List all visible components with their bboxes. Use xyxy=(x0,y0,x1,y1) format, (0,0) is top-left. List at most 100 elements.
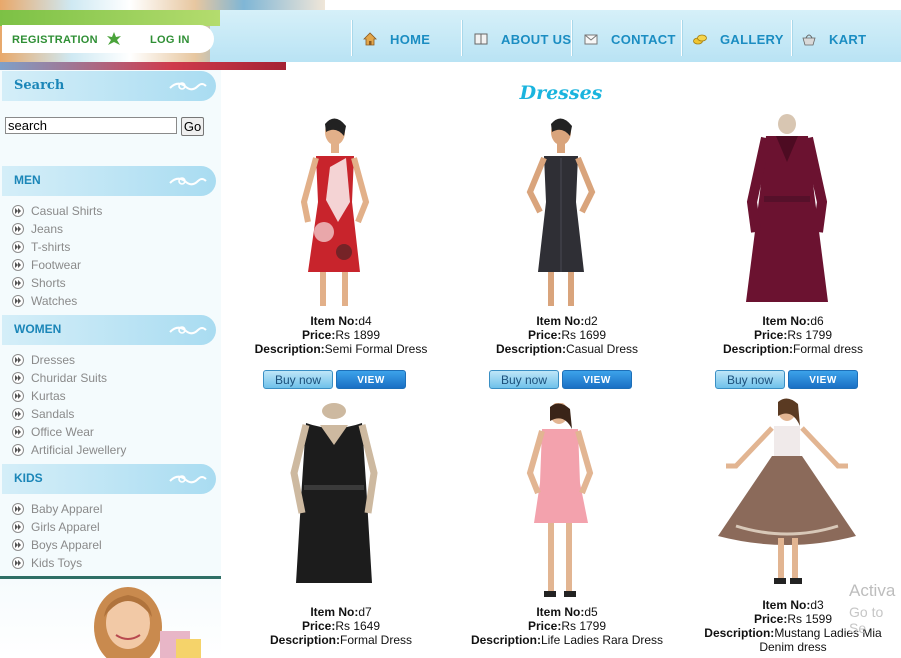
price-label: Price: xyxy=(527,328,562,342)
view-button[interactable]: VIEW xyxy=(336,370,406,389)
nav-kart-label: KART xyxy=(829,31,867,47)
sidebar-item-churidar-suits[interactable]: Churidar Suits xyxy=(12,370,107,386)
item-number: d2 xyxy=(584,314,598,328)
item-number: d7 xyxy=(358,605,372,619)
arrow-bullet-icon xyxy=(12,521,24,533)
price-label: Price: xyxy=(753,328,788,342)
nav-gallery-label: GALLERY xyxy=(720,31,784,47)
main-content: Dresses Item No:d4 Price:Rs 1899 Descrip… xyxy=(221,70,901,658)
nav-home[interactable]: HOME xyxy=(362,20,430,58)
registration-link[interactable]: REGISTRATION xyxy=(12,34,98,46)
price-label: Price: xyxy=(301,328,336,342)
description-label: Description: xyxy=(254,342,325,356)
sidebar-item-watches[interactable]: Watches xyxy=(12,293,77,309)
description-value: Formal Dress xyxy=(340,633,413,647)
nav-about-us[interactable]: ABOUT US xyxy=(473,20,571,58)
arrow-bullet-icon xyxy=(12,426,24,438)
description-label: Description: xyxy=(495,342,566,356)
nav-about-label: ABOUT US xyxy=(501,31,572,47)
sidebar-item-office-wear[interactable]: Office Wear xyxy=(12,424,94,440)
nav-separator xyxy=(571,20,572,56)
arrow-bullet-icon xyxy=(12,354,24,366)
buy-now-button[interactable]: Buy now xyxy=(715,370,785,389)
activation-watermark: Activa xyxy=(849,581,896,600)
sidebar-item-jeans[interactable]: Jeans xyxy=(12,221,63,237)
sidebar-item-tshirts[interactable]: T-shirts xyxy=(12,239,70,255)
sidebar-item-kurtas[interactable]: Kurtas xyxy=(12,388,66,404)
search-input[interactable] xyxy=(5,117,177,134)
arrow-bullet-icon xyxy=(12,539,24,551)
swirl-ornament-icon xyxy=(169,475,207,484)
sidebar-item-label: Girls Apparel xyxy=(31,520,100,534)
product-image-d4[interactable] xyxy=(234,112,436,312)
sidebar-item-label: Shorts xyxy=(31,276,66,290)
sidebar-item-kids-toys[interactable]: Kids Toys xyxy=(12,555,82,571)
swirl-ornament-icon xyxy=(169,177,207,186)
description-value: Life Ladies Rara Dress xyxy=(540,633,664,647)
sidebar-item-shorts[interactable]: Shorts xyxy=(12,275,66,291)
arrow-bullet-icon xyxy=(12,557,24,569)
sidebar-item-casual-shirts[interactable]: Casual Shirts xyxy=(12,203,102,219)
sidebar-item-label: Dresses xyxy=(31,353,76,367)
sidebar-item-label: Casual Shirts xyxy=(31,204,103,218)
women-section-header: WOMEN xyxy=(2,315,216,345)
price-value: Rs 1799 xyxy=(561,619,607,633)
sidebar-item-footwear[interactable]: Footwear xyxy=(12,257,81,273)
login-link[interactable]: LOG IN xyxy=(150,34,190,46)
sidebar-item-label: Kurtas xyxy=(31,389,66,403)
product-card: Item No:d7 Price:Rs 1649 Description:For… xyxy=(234,403,448,658)
product-image-d2[interactable] xyxy=(460,112,662,312)
basket-icon xyxy=(802,34,816,46)
sidebar-item-baby-apparel[interactable]: Baby Apparel xyxy=(12,501,102,517)
sidebar-item-label: T-shirts xyxy=(31,240,71,254)
nav-gallery[interactable]: GALLERY xyxy=(692,20,784,58)
arrow-bullet-icon xyxy=(12,241,24,253)
arrow-bullet-icon xyxy=(12,408,24,420)
nav-contact[interactable]: CONTACT xyxy=(583,20,676,58)
arrow-bullet-icon xyxy=(12,390,24,402)
product-image-d5[interactable] xyxy=(460,403,662,603)
arrow-bullet-icon xyxy=(12,295,24,307)
price-value: Rs 1599 xyxy=(787,612,833,626)
sidebar-item-label: Kids Toys xyxy=(31,556,83,570)
buy-now-button[interactable]: Buy now xyxy=(489,370,559,389)
men-section-header: MEN xyxy=(2,166,216,196)
arrow-bullet-icon xyxy=(12,503,24,515)
sidebar-item-girls-apparel[interactable]: Girls Apparel xyxy=(12,519,100,535)
sidebar-item-boys-apparel[interactable]: Boys Apparel xyxy=(12,537,102,553)
book-icon xyxy=(474,33,488,45)
item-label: Item No: xyxy=(762,598,811,612)
search-go-button[interactable]: Go xyxy=(181,117,204,136)
arrow-bullet-icon xyxy=(12,223,24,235)
sidebar-item-label: Boys Apparel xyxy=(31,538,102,552)
product-info: Item No:d5 Price:Rs 1799 Description:Lif… xyxy=(460,605,674,647)
item-number: d3 xyxy=(810,598,824,612)
product-image-d6[interactable] xyxy=(686,112,888,312)
price-label: Price: xyxy=(527,619,562,633)
sidebar-item-label: Baby Apparel xyxy=(31,502,103,516)
nav-separator xyxy=(461,20,462,56)
description-label: Description: xyxy=(722,342,793,356)
sidebar-item-sandals[interactable]: Sandals xyxy=(12,406,74,422)
product-image-d3[interactable] xyxy=(686,396,888,596)
site-header: REGISTRATION LOG IN HOME ABOUT US CONTAC… xyxy=(0,0,901,64)
item-number: d5 xyxy=(584,605,598,619)
view-button[interactable]: VIEW xyxy=(562,370,632,389)
product-info: Item No:d2 Price:Rs 1699 Description:Cas… xyxy=(460,314,674,356)
sidebar-item-dresses[interactable]: Dresses xyxy=(12,352,75,368)
description-value: Formal dress xyxy=(793,342,864,356)
product-card: Item No:d5 Price:Rs 1799 Description:Lif… xyxy=(460,403,674,658)
view-button[interactable]: VIEW xyxy=(788,370,858,389)
product-image-d7[interactable] xyxy=(234,403,436,603)
nav-kart[interactable]: KART xyxy=(801,20,866,58)
item-label: Item No: xyxy=(536,314,585,328)
buy-now-button[interactable]: Buy now xyxy=(263,370,333,389)
men-section-title: MEN xyxy=(14,173,41,187)
item-label: Item No: xyxy=(310,314,359,328)
sidebar-item-label: Jeans xyxy=(31,222,64,236)
account-links: REGISTRATION LOG IN xyxy=(2,25,214,53)
sidebar-item-label: Office Wear xyxy=(31,425,94,439)
sidebar-item-artificial-jewellery[interactable]: Artificial Jewellery xyxy=(12,442,126,458)
leaf-ornament-icon xyxy=(107,32,121,45)
nav-separator xyxy=(791,20,792,56)
